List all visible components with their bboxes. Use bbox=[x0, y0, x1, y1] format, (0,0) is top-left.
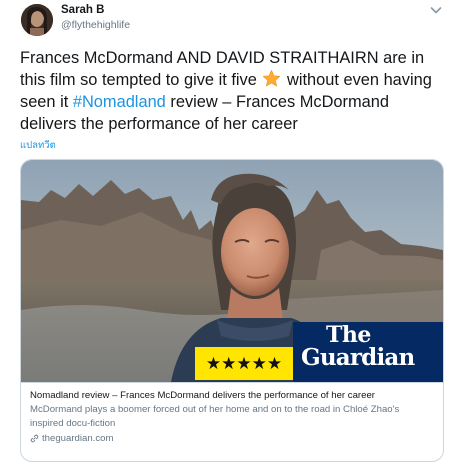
rating-star-icon: ★ bbox=[221, 354, 237, 373]
avatar-image bbox=[21, 4, 53, 36]
user-handle[interactable]: @flythehighlife bbox=[61, 19, 130, 31]
card-body: Nomadland review – Frances McDormand del… bbox=[21, 382, 443, 451]
rating-star-icon: ★ bbox=[205, 354, 222, 373]
card-description: McDormand plays a boomer forced out of h… bbox=[30, 404, 400, 429]
card-domain-row: theguardian.com bbox=[30, 432, 434, 445]
translate-tweet-link[interactable]: แปลทวีต bbox=[20, 138, 56, 153]
rating-star-icon: ★ bbox=[236, 354, 252, 373]
card-domain: theguardian.com bbox=[42, 433, 114, 444]
display-name[interactable]: Sarah B bbox=[61, 4, 104, 16]
more-options-button[interactable] bbox=[428, 2, 444, 18]
guardian-logo-name: Guardian bbox=[301, 344, 415, 371]
rating-star-icon: ★ bbox=[251, 354, 267, 373]
tweet: Sarah B @flythehighlife Frances McDorman… bbox=[0, 0, 466, 466]
link-preview-card[interactable]: The Guardian ★ ★ ★ ★ ★ Nomadland review … bbox=[20, 159, 444, 462]
star-rating: ★ ★ ★ ★ ★ bbox=[195, 347, 293, 380]
hashtag-link[interactable]: #Nomadland bbox=[73, 93, 166, 111]
link-icon bbox=[30, 434, 39, 443]
star-icon bbox=[263, 70, 281, 87]
rating-star-icon: ★ bbox=[266, 354, 283, 373]
user-avatar[interactable] bbox=[21, 4, 53, 36]
tweet-text: Frances McDormand AND DAVID STRAITHAIRN … bbox=[20, 47, 450, 135]
chevron-down-icon bbox=[430, 7, 442, 14]
card-title: Nomadland review – Frances McDormand del… bbox=[30, 390, 375, 401]
